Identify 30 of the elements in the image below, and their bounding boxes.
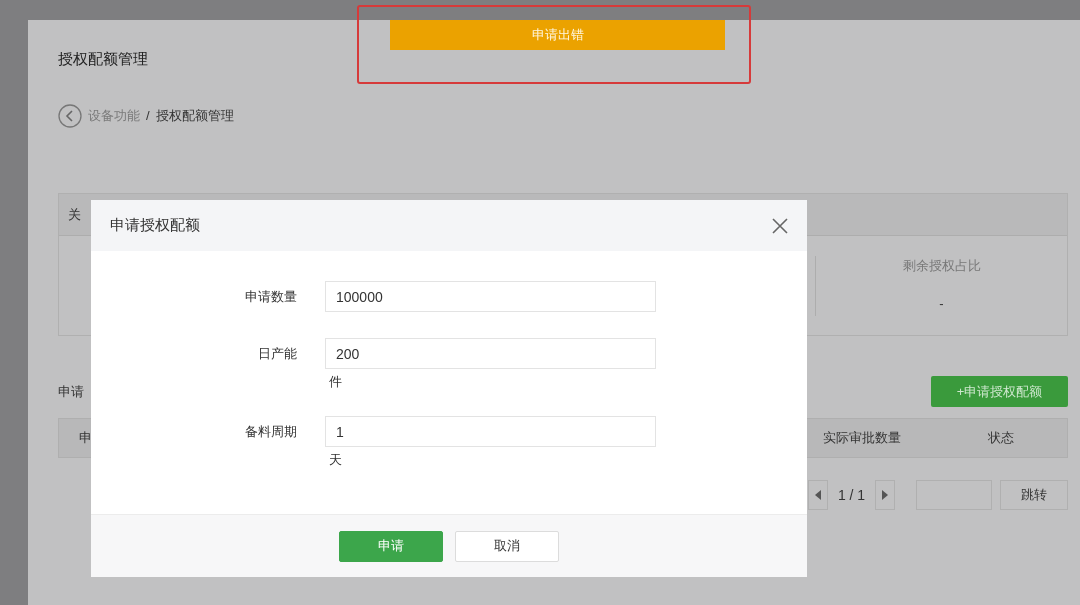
stat-value: - [939,294,944,313]
caret-right-icon [882,490,888,500]
column-header: 申 [79,430,92,446]
prev-page-button[interactable] [808,480,828,510]
cancel-button[interactable]: 取消 [455,530,559,562]
breadcrumb-separator: / [146,107,150,126]
next-page-button[interactable] [875,480,895,510]
error-banner: 申请出错 [390,20,725,50]
header-label: 关 [68,205,81,224]
column-header: 实际审批数量 [822,430,901,446]
caret-left-icon [815,490,821,500]
unit-label: 天 [328,452,343,468]
input-field[interactable]: 100000 [325,281,656,312]
close-button[interactable] [771,216,789,235]
stat-label: 剩余授权占比 [902,257,981,275]
back-icon[interactable] [58,104,82,128]
input-field[interactable]: 1 [325,416,656,447]
breadcrumb-item: 授权配额管理 [155,107,234,126]
column-header: 状态 [987,430,1014,446]
page-title: 授权配额管理 [58,50,148,67]
dialog-title: 申请授权配额 [110,215,200,236]
unit-label: 件 [328,374,343,390]
input-field[interactable]: 200 [325,338,656,369]
field-label: 备料周期 [245,424,297,439]
close-icon [771,216,789,235]
section-title: 申请 [58,382,84,401]
field-label: 日产能 [258,346,297,361]
jump-button[interactable]: 跳转 [1000,480,1068,510]
page-indicator: 1 / 1 [836,485,867,505]
field-label: 申请数量 [245,289,297,304]
